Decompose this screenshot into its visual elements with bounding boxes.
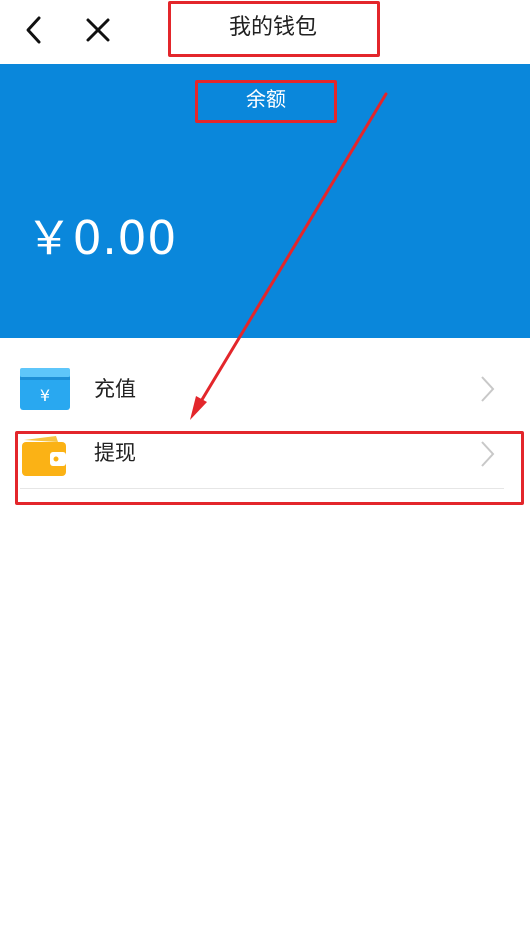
arrow-head-icon xyxy=(190,396,207,420)
arrow-annotation xyxy=(190,92,388,420)
